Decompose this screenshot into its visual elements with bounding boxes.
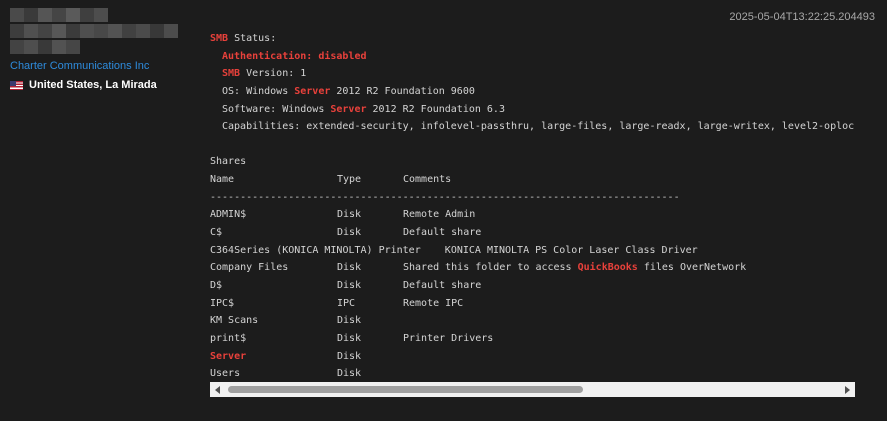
share-type: Disk [337,209,362,221]
share-name: C$ [210,227,223,239]
smb-version: Version: 1 [240,68,307,80]
share-comment: Default share [403,279,482,291]
isp-link[interactable]: Charter Communications Inc [10,60,200,72]
share-row: D$ Disk Default share [210,277,855,295]
share-type: Disk [337,262,362,274]
host-info-panel: Charter Communications Inc United States… [10,8,200,91]
share-row: Users Disk [210,365,855,382]
share-row: C364Series (KONICA MINOLTA) Printer KONI… [210,244,698,256]
smb-status-label: Status: [228,33,277,44]
share-type: Disk [337,350,362,362]
smb-banner: SMB Status: Authentication: disabled SMB… [210,30,855,382]
share-type: Disk [337,368,362,380]
col-header-name: Name [210,174,235,186]
us-flag-icon [10,80,23,90]
share-comment: Printer Drivers [403,332,494,344]
share-name: Users [210,368,241,380]
software-line: Software: Windows Server 2012 R2 Foundat… [222,103,505,115]
shares-heading: Shares [210,156,247,168]
divider: ----------------------------------------… [210,191,680,203]
timestamp: 2025-05-04T13:22:25.204493 [729,11,875,23]
share-name: IPC$ [210,297,235,309]
share-comment: Shared this folder to access QuickBooks … [403,262,747,274]
auth-status: Authentication: disabled [222,50,367,62]
scroll-right-icon[interactable] [845,386,850,394]
server-keyword: Server [294,85,331,97]
smb-version-line: SMB Version: 1 [210,65,855,83]
location: United States, La Mirada [10,79,200,91]
share-row: KM Scans Disk [210,312,855,330]
col-header-comments: Comments [403,174,452,186]
share-type: IPC [337,297,356,309]
os-line: OS: Windows Server 2012 R2 Foundation 96… [222,85,475,97]
quickbooks-keyword: QuickBooks [577,262,638,274]
shares-header-row: Name Type Comments [210,171,855,189]
share-type: Disk [337,332,362,344]
share-name: ADMIN$ [210,209,247,221]
share-name: D$ [210,279,223,291]
redacted-ip-row-3 [10,40,200,54]
scroll-left-icon[interactable] [215,386,220,394]
server-keyword: Server [330,103,367,115]
share-row: Server Disk [210,348,855,366]
share-type: Disk [337,279,362,291]
col-header-type: Type [337,174,362,186]
scroll-thumb[interactable] [228,386,583,393]
redacted-ip-row-1 [10,8,200,22]
share-name: Company Files [210,262,289,274]
share-type: Disk [337,315,362,327]
share-comment: Default share [403,227,482,239]
location-label: United States, La Mirada [29,79,157,91]
share-type: Disk [337,227,362,239]
share-comment: Remote IPC [403,297,464,309]
share-row: ADMIN$ Disk Remote Admin [210,206,855,224]
share-row: C$ Disk Default share [210,224,855,242]
share-row: print$ Disk Printer Drivers [210,330,855,348]
redacted-ip-row-2 [10,24,200,38]
share-name: KM Scans [210,315,259,327]
smb-status-line: SMB Status: [210,30,855,48]
share-name: Server [210,350,247,362]
auth-line: Authentication: disabled [210,48,855,66]
share-row: Company Files Disk Shared this folder to a… [210,259,855,277]
smb-keyword: SMB [210,33,229,44]
smb-keyword: SMB [222,68,241,80]
horizontal-scrollbar[interactable] [210,382,855,397]
share-comment: Remote Admin [403,209,476,221]
share-row: IPC$ IPC Remote IPC [210,295,855,313]
capabilities-line: Capabilities: extended-security, infolev… [222,121,855,133]
share-name: print$ [210,332,247,344]
